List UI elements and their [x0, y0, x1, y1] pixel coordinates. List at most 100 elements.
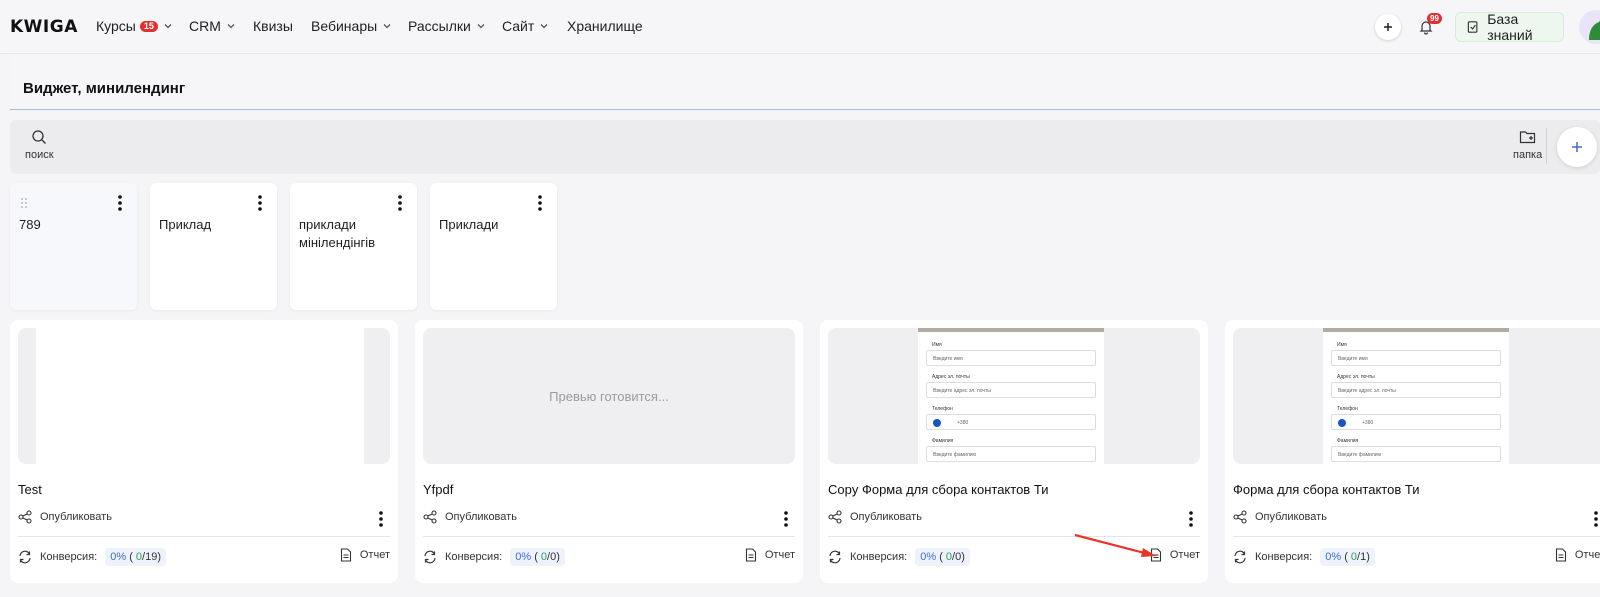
- search-button[interactable]: поиск: [25, 129, 54, 161]
- publish-button[interactable]: Опубликовать: [423, 510, 517, 524]
- nav-item-webinars[interactable]: Вебинары: [311, 18, 393, 34]
- conversion-percent: 0%: [920, 551, 937, 563]
- quick-add-button[interactable]: [1375, 14, 1401, 40]
- report-button[interactable]: Отчет: [745, 548, 795, 562]
- conversion-stats: Конверсия: 0% ( 0/19): [18, 548, 167, 566]
- more-vertical-icon[interactable]: [537, 194, 543, 212]
- conversion-stats: Конверсия: 0% ( 0/0): [423, 548, 565, 566]
- toolbar-divider: [1546, 128, 1547, 164]
- folder-name: Приклад: [159, 217, 212, 232]
- report-button[interactable]: Отчет: [1555, 548, 1600, 562]
- form-preview: Имя Введите имя Адрес эл. почты Введите …: [918, 328, 1104, 464]
- widget-preview[interactable]: [18, 328, 390, 464]
- conversion-value: 0% ( 0/0): [915, 548, 970, 566]
- conversion-total: /1): [1357, 551, 1370, 563]
- knowledge-base-button[interactable]: База знаний: [1455, 11, 1564, 43]
- document-icon: [745, 548, 756, 562]
- new-folder-button[interactable]: папка: [1513, 129, 1542, 161]
- knowledge-base-icon: [1467, 21, 1478, 33]
- dinosaur-avatar-icon: [1589, 20, 1600, 40]
- courses-count-badge: 15: [139, 20, 158, 32]
- share-icon: [1233, 510, 1247, 524]
- folder-name: 789: [19, 217, 41, 232]
- folder-card[interactable]: приклади мінілендінгів: [290, 183, 417, 310]
- form-header-bar: [918, 328, 1104, 332]
- report-button[interactable]: Отчет: [340, 548, 390, 562]
- report-label: Отчет: [1169, 549, 1200, 561]
- more-vertical-icon[interactable]: [117, 194, 123, 212]
- nav-item-courses[interactable]: Курсы 15: [96, 18, 174, 34]
- publish-button[interactable]: Опубликовать: [18, 510, 112, 524]
- publish-button[interactable]: Опубликовать: [1233, 510, 1327, 524]
- conversion-open: (: [1344, 551, 1348, 563]
- nav-item-site[interactable]: Сайт: [502, 18, 550, 34]
- conversion-total: /0): [952, 551, 965, 563]
- folder-add-icon: [1519, 131, 1535, 144]
- app-logo[interactable]: KWIGA: [10, 17, 78, 37]
- folder-card[interactable]: 789: [10, 183, 137, 310]
- form-phone-input: +380: [926, 414, 1096, 430]
- refresh-icon: [829, 550, 841, 564]
- widget-preview[interactable]: Имя Введите имя Адрес эл. почты Введите …: [1233, 328, 1600, 464]
- nav-item-label: CRM: [189, 18, 221, 34]
- more-vertical-icon[interactable]: [1188, 510, 1194, 528]
- conversion-value: 0% ( 0/0): [510, 548, 565, 566]
- form-header-bar: [1323, 328, 1509, 332]
- create-widget-button[interactable]: [1557, 127, 1597, 167]
- more-vertical-icon[interactable]: [783, 510, 789, 528]
- widget-preview[interactable]: Имя Введите имя Адрес эл. почты Введите …: [828, 328, 1200, 464]
- widget-title[interactable]: Copy Форма для сбора контактов Ти: [828, 482, 1048, 497]
- publish-label: Опубликовать: [850, 511, 922, 523]
- notifications-count-badge: 99: [1427, 13, 1442, 24]
- conversion-label: Конверсия:: [850, 551, 908, 563]
- more-vertical-icon[interactable]: [378, 510, 384, 528]
- widget-card[interactable]: Имя Введите имя Адрес эл. почты Введите …: [1225, 320, 1600, 583]
- form-label: Фамилия: [932, 438, 954, 444]
- widget-preview[interactable]: Превью готовится...: [423, 328, 795, 464]
- publish-label: Опубликовать: [40, 511, 112, 523]
- publish-label: Опубликовать: [1255, 511, 1327, 523]
- form-input: Введите адрес эл. почты: [1331, 382, 1501, 398]
- knowledge-base-label: База знаний: [1487, 11, 1533, 43]
- folder-card[interactable]: Приклади: [430, 183, 557, 310]
- form-label: Телефон: [932, 406, 953, 412]
- conversion-total: /0): [547, 551, 560, 563]
- form-preview: Имя Введите имя Адрес эл. почты Введите …: [1323, 328, 1509, 464]
- top-navigation: KWIGA Курсы 15 CRM Квизы Вебинары Рассыл…: [0, 0, 1600, 54]
- toolbar: поиск папка: [10, 120, 1600, 174]
- widget-title[interactable]: Test: [18, 482, 42, 497]
- widget-card[interactable]: Test Опубликовать Конверсия: 0% ( 0/19) …: [10, 320, 398, 583]
- blank-preview-page: [36, 328, 364, 464]
- conversion-stats: Конверсия: 0% ( 0/0): [828, 548, 970, 566]
- conversion-percent: 0%: [110, 551, 127, 563]
- widget-card[interactable]: Превью готовится... Yfpdf Опубликовать К…: [415, 320, 803, 583]
- search-label: поиск: [25, 149, 54, 161]
- folder-card[interactable]: Приклад: [150, 183, 277, 310]
- nav-item-storage[interactable]: Хранилище: [567, 18, 643, 34]
- nav-item-crm[interactable]: CRM: [189, 18, 237, 34]
- nav-item-label: Квизы: [253, 18, 293, 34]
- chevron-down-icon: [383, 24, 391, 29]
- widget-title[interactable]: Форма для сбора контактов Ти: [1233, 482, 1420, 497]
- report-label: Отчет: [359, 549, 390, 561]
- document-icon: [340, 548, 351, 562]
- share-icon: [423, 510, 437, 524]
- conversion-value: 0% ( 0/19): [105, 548, 167, 566]
- refresh-icon: [424, 550, 436, 564]
- publish-button[interactable]: Опубликовать: [828, 510, 922, 524]
- more-vertical-icon[interactable]: [257, 194, 263, 212]
- form-label: Имя: [932, 342, 942, 348]
- user-avatar[interactable]: [1579, 10, 1600, 44]
- nav-item-mailings[interactable]: Рассылки: [408, 18, 487, 34]
- nav-item-quizzes[interactable]: Квизы: [253, 18, 293, 34]
- more-vertical-icon[interactable]: [1593, 510, 1599, 528]
- conversion-label: Конверсия:: [445, 551, 503, 563]
- widget-title[interactable]: Yfpdf: [423, 482, 453, 497]
- phone-value: +380: [1362, 420, 1374, 426]
- drag-handle-icon[interactable]: [20, 197, 28, 209]
- more-vertical-icon[interactable]: [397, 194, 403, 212]
- form-input: Введите фамилию: [1331, 446, 1501, 462]
- folder-name: приклади мінілендінгів: [299, 217, 376, 250]
- form-input: Введите фамилию: [926, 446, 1096, 462]
- folder-label: папка: [1513, 149, 1543, 161]
